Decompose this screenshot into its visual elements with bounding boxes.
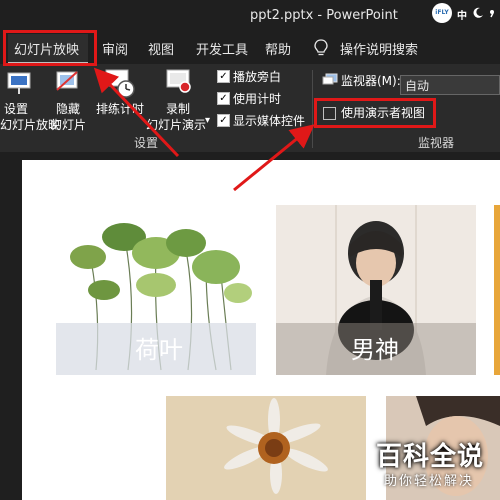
arrow-to-slideshow-tab	[93, 67, 180, 158]
annotation-arrows	[93, 67, 315, 192]
arrow-to-presenter-view	[233, 124, 315, 192]
